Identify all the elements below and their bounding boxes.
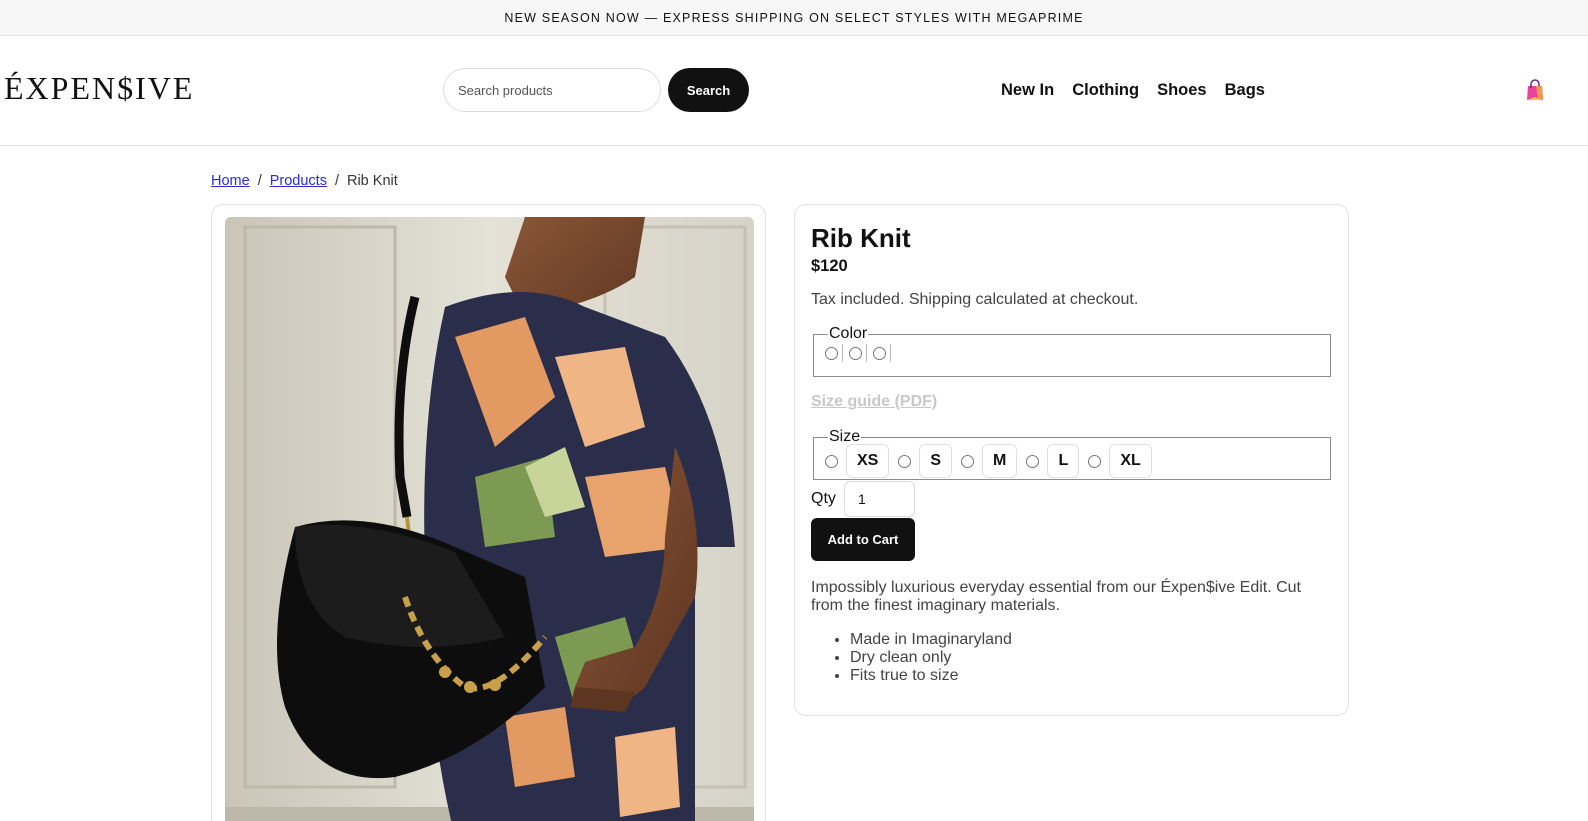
size-guide-link[interactable]: Size guide (PDF) xyxy=(811,393,937,411)
search-input[interactable] xyxy=(443,68,661,112)
qty-input[interactable] xyxy=(844,481,915,517)
color-option[interactable] xyxy=(822,344,846,362)
size-chip[interactable]: M xyxy=(982,444,1018,478)
nav-item-shoes[interactable]: Shoes xyxy=(1157,80,1207,100)
color-swatch[interactable] xyxy=(890,344,891,362)
size-option-xs[interactable]: XS xyxy=(822,444,890,478)
size-selector: Size XS S M L XL xyxy=(813,428,1331,480)
color-radio[interactable] xyxy=(849,346,862,360)
breadcrumb-current: Rib Knit xyxy=(346,173,398,189)
tax-note: Tax included. Shipping calculated at che… xyxy=(811,291,1139,308)
breadcrumb-separator: / xyxy=(334,173,339,189)
breadcrumb-products-link[interactable]: Products xyxy=(270,173,327,189)
product-price: $120 xyxy=(811,257,848,275)
size-radio[interactable] xyxy=(1026,454,1040,468)
product-description: Impossibly luxurious everyday essential … xyxy=(811,579,1301,614)
product-photo xyxy=(225,217,754,821)
feature-item: Made in Imaginaryland xyxy=(850,631,1012,649)
product-media-card xyxy=(211,204,766,821)
nav-item-new-in[interactable]: New In xyxy=(1001,80,1054,100)
search-button[interactable]: Search xyxy=(668,68,749,112)
nav-item-bags[interactable]: Bags xyxy=(1225,80,1265,100)
site-logo[interactable]: ÉXPEN$IVE xyxy=(4,70,194,106)
color-option[interactable] xyxy=(870,344,894,362)
feature-list: Made in Imaginaryland Dry clean only Fit… xyxy=(850,631,1012,685)
feature-item: Dry clean only xyxy=(850,649,1012,667)
color-swatch[interactable] xyxy=(866,344,867,362)
qty-label: Qty xyxy=(811,490,836,507)
site-header: ÉXPEN$IVE Search New In Clothing Shoes B… xyxy=(0,36,1588,146)
breadcrumb-home-link[interactable]: Home xyxy=(211,173,250,189)
color-legend: Color xyxy=(829,325,868,342)
size-radio[interactable] xyxy=(898,454,912,468)
nav-item-clothing[interactable]: Clothing xyxy=(1072,80,1139,100)
size-chip[interactable]: S xyxy=(919,444,953,478)
size-option-xl[interactable]: XL xyxy=(1085,444,1152,478)
breadcrumb-separator: / xyxy=(257,173,262,189)
size-option-m[interactable]: M xyxy=(958,444,1018,478)
add-to-cart-button[interactable]: Add to Cart xyxy=(811,518,915,561)
size-option-s[interactable]: S xyxy=(895,444,953,478)
main-nav: New In Clothing Shoes Bags xyxy=(1001,80,1265,100)
product-title: Rib Knit xyxy=(811,223,911,253)
color-swatch[interactable] xyxy=(842,344,843,362)
color-radio[interactable] xyxy=(825,346,838,360)
color-option[interactable] xyxy=(846,344,870,362)
color-selector: Color xyxy=(813,325,1331,377)
announcement-bar: NEW SEASON NOW — EXPRESS SHIPPING ON SEL… xyxy=(0,0,1588,36)
size-radio[interactable] xyxy=(961,454,975,468)
announcement-text: NEW SEASON NOW — EXPRESS SHIPPING ON SEL… xyxy=(504,10,1084,25)
size-chip[interactable]: XL xyxy=(1109,444,1152,478)
size-chip[interactable]: L xyxy=(1047,444,1080,478)
breadcrumb: Home / Products / Rib Knit xyxy=(211,173,398,189)
size-radio[interactable] xyxy=(1088,454,1102,468)
size-option-l[interactable]: L xyxy=(1023,444,1080,478)
size-chip[interactable]: XS xyxy=(846,444,890,478)
product-info-card: Rib Knit $120 Tax included. Shipping cal… xyxy=(794,204,1349,716)
feature-item: Fits true to size xyxy=(850,667,1012,685)
color-radio[interactable] xyxy=(873,346,886,360)
shopping-bag-icon[interactable] xyxy=(1523,78,1547,102)
size-radio[interactable] xyxy=(825,454,838,468)
